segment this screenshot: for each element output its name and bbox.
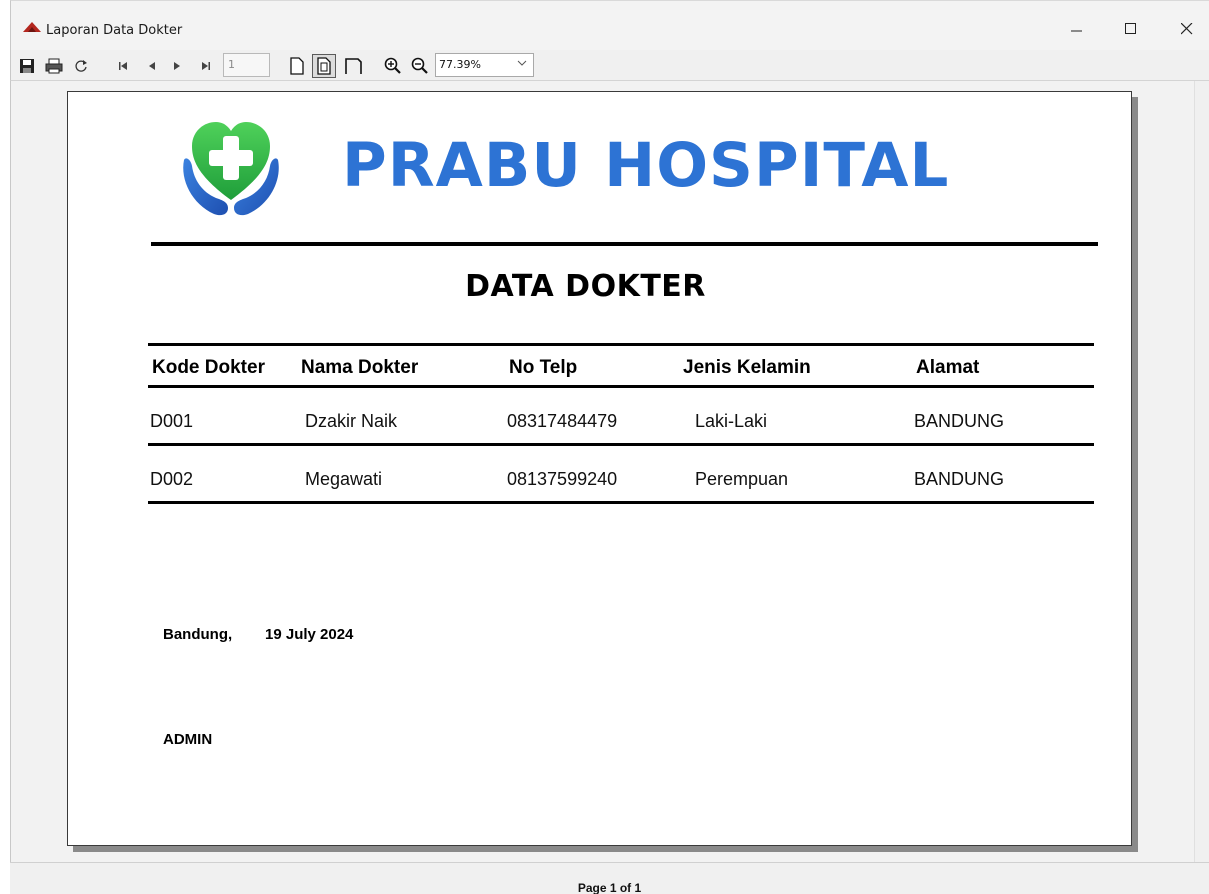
next-page-icon [172, 61, 182, 71]
cell-nama: Dzakir Naik [305, 411, 398, 431]
cell-kelamin: Laki-Laki [695, 411, 768, 431]
next-page-button[interactable] [168, 54, 186, 78]
status-bar: Page 1 of 1 [10, 862, 1209, 894]
cell-alamat: BANDUNG [914, 411, 1005, 431]
cell-kode: D002 [150, 469, 194, 489]
close-button[interactable] [1167, 11, 1207, 51]
column-header: Alamat [916, 357, 980, 378]
minimize-button[interactable] [1057, 11, 1097, 51]
whole-page-button[interactable] [312, 54, 336, 78]
zoom-select[interactable]: 77.39% [435, 53, 534, 77]
save-icon [19, 58, 35, 74]
hospital-name: PRABU HOSPITAL [342, 130, 950, 201]
page-width-button[interactable] [341, 54, 365, 78]
maximize-button[interactable] [1111, 11, 1151, 51]
chevron-down-icon [517, 58, 527, 71]
signature-name: ADMIN [163, 731, 213, 748]
cell-alamat: BANDUNG [914, 469, 1005, 489]
report-title: DATA DOKTER [465, 269, 706, 304]
window-title: Laporan Data Dokter [46, 23, 183, 38]
report-page: PRABU HOSPITAL DATA DOKTER Kode Dokter N… [67, 91, 1132, 846]
first-page-button[interactable] [114, 54, 132, 78]
refresh-icon [74, 59, 88, 73]
zoom-in-icon [384, 57, 402, 75]
cell-nama: Megawati [305, 469, 383, 489]
title-bar[interactable]: Laporan Data Dokter [10, 0, 1209, 50]
actual-size-button[interactable] [286, 54, 308, 78]
vertical-scrollbar[interactable] [1194, 81, 1209, 862]
zoom-out-icon [411, 57, 429, 75]
first-page-icon [118, 61, 128, 71]
table-bottom-rule [148, 501, 1094, 504]
refresh-button[interactable] [71, 54, 91, 78]
save-button[interactable] [17, 54, 37, 78]
cell-kelamin: Perempuan [695, 469, 789, 489]
minimize-icon [1071, 22, 1083, 40]
page-width-icon [344, 57, 362, 75]
page-number-input[interactable]: 1 [223, 53, 270, 77]
hospital-logo-icon [178, 114, 284, 225]
zoom-in-button[interactable] [383, 54, 403, 78]
zoom-value: 77.39% [439, 58, 481, 71]
actual-size-icon [290, 57, 304, 75]
table-top-rule [148, 343, 1094, 346]
report-toolbar: 1 77.39% [10, 50, 1209, 81]
page-info: Page 1 of 1 [577, 881, 642, 894]
row-divider [148, 443, 1094, 446]
print-button[interactable] [43, 54, 65, 78]
cell-telp: 08317484479 [507, 411, 618, 431]
zoom-out-button[interactable] [410, 54, 430, 78]
signature-date: 19 July 2024 [265, 626, 354, 643]
cell-kode: D001 [150, 411, 194, 431]
header-divider [151, 242, 1098, 246]
maximize-icon [1125, 22, 1137, 40]
print-icon [45, 58, 63, 74]
whole-page-icon [317, 57, 331, 75]
column-header: Jenis Kelamin [683, 357, 811, 378]
header-bottom-rule [148, 385, 1094, 388]
desktop-edge [0, 0, 10, 894]
last-page-button[interactable] [197, 54, 215, 78]
prev-page-button[interactable] [143, 54, 161, 78]
column-header: Kode Dokter [152, 357, 265, 378]
column-header: No Telp [509, 357, 578, 378]
column-header: Nama Dokter [301, 357, 419, 378]
close-icon [1180, 22, 1193, 40]
app-icon [23, 20, 41, 38]
prev-page-icon [147, 61, 157, 71]
signature-city: Bandung, [163, 626, 233, 643]
last-page-icon [201, 61, 211, 71]
cell-telp: 08137599240 [507, 469, 618, 489]
